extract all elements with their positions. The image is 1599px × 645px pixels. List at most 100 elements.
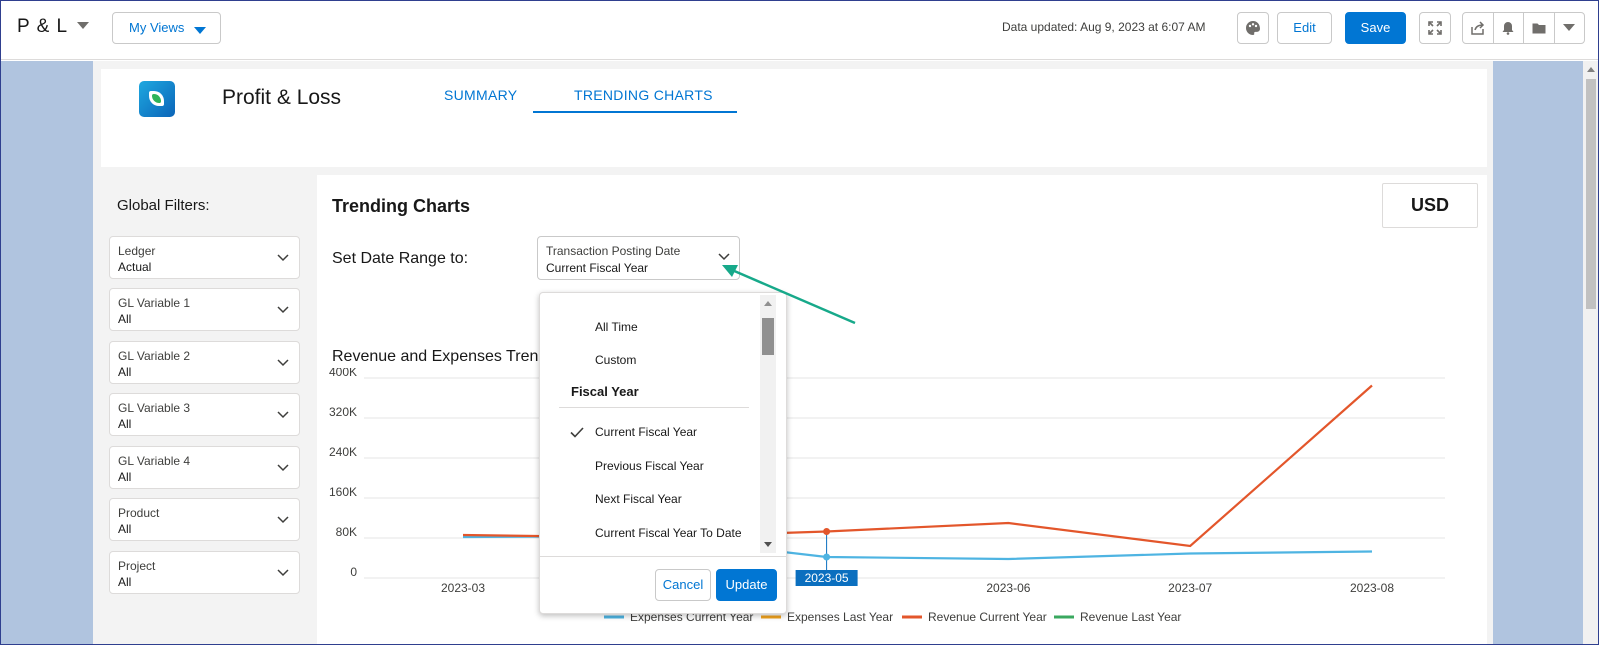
- filter-product[interactable]: Product All: [109, 498, 300, 541]
- filter-label: Project: [118, 559, 156, 573]
- filter-value: All: [118, 365, 132, 379]
- app-logo-icon: [139, 81, 175, 117]
- filter-project[interactable]: Project All: [109, 551, 300, 594]
- date-range-combobox[interactable]: Transaction Posting Date Current Fiscal …: [537, 236, 740, 280]
- y-tick-label: 320K: [329, 405, 357, 419]
- y-tick-label: 160K: [329, 485, 357, 499]
- dropdown-scrollbar[interactable]: [760, 295, 776, 553]
- filter-gl-variable-2[interactable]: GL Variable 2 All: [109, 341, 300, 384]
- notify-button[interactable]: [1494, 13, 1524, 43]
- currency-badge: USD: [1382, 183, 1478, 228]
- filter-value: All: [118, 470, 132, 484]
- chevron-down-icon: [277, 569, 289, 577]
- option-all-time[interactable]: All Time: [595, 320, 638, 334]
- group-divider: [559, 407, 749, 408]
- x-tick-label: 2023-06: [986, 581, 1030, 595]
- option-custom[interactable]: Custom: [595, 353, 636, 367]
- revenue-expenses-chart[interactable]: 080K160K240K320K400K 2023-032023-042023-…: [317, 368, 1487, 645]
- share-icon: [1471, 21, 1484, 35]
- chevron-down-icon: [277, 516, 289, 524]
- scroll-down-icon[interactable]: [764, 542, 772, 547]
- filter-gl-variable-4[interactable]: GL Variable 4 All: [109, 446, 300, 489]
- x-tick-label: 2023-08: [1350, 581, 1394, 595]
- hover-point: [823, 528, 831, 535]
- option-current-fiscal-year-to-date[interactable]: Current Fiscal Year To Date: [595, 526, 742, 540]
- folder-icon: [1532, 23, 1546, 34]
- my-views-button[interactable]: My Views: [112, 12, 221, 44]
- option-previous-fiscal-year[interactable]: Previous Fiscal Year: [595, 459, 704, 473]
- hover-point: [823, 553, 831, 561]
- folder-button[interactable]: [1524, 13, 1555, 43]
- chevron-down-icon: [277, 359, 289, 367]
- filter-value: All: [118, 522, 132, 536]
- app-title: P & L: [17, 16, 69, 37]
- filter-ledger[interactable]: Ledger Actual: [109, 236, 300, 279]
- data-updated-text: Data updated: Aug 9, 2023 at 6:07 AM: [1002, 20, 1206, 34]
- legend-label: Revenue Current Year: [928, 610, 1047, 624]
- chevron-down-icon: [277, 411, 289, 419]
- group-label-fiscal-year: Fiscal Year: [571, 384, 639, 399]
- date-range-dropdown: All Time Custom Fiscal Year Current Fisc…: [539, 292, 787, 614]
- top-bar: P & L My Views Data updated: Aug 9, 2023…: [0, 0, 1599, 60]
- palette-icon: [1246, 21, 1260, 35]
- x-tick-label: 2023-03: [441, 581, 485, 595]
- combobox-value: Current Fiscal Year: [546, 261, 649, 275]
- bell-icon: [1502, 22, 1514, 35]
- chevron-down-icon: [718, 253, 730, 261]
- legend-label: Revenue Last Year: [1080, 610, 1181, 624]
- edit-button[interactable]: Edit: [1277, 12, 1332, 44]
- option-current-fiscal-year[interactable]: Current Fiscal Year: [595, 425, 697, 439]
- fullscreen-button[interactable]: [1419, 12, 1451, 44]
- chevron-down-icon: [1563, 24, 1576, 31]
- filter-label: GL Variable 2: [118, 349, 191, 363]
- chevron-down-icon: [277, 306, 289, 314]
- my-views-label: My Views: [129, 20, 185, 35]
- y-tick-label: 240K: [329, 445, 357, 459]
- header-card: [101, 69, 1487, 167]
- cancel-button[interactable]: Cancel: [655, 569, 711, 601]
- y-tick-label: 400K: [329, 368, 357, 379]
- filter-gl-variable-1[interactable]: GL Variable 1 All: [109, 288, 300, 331]
- date-range-label: Set Date Range to:: [332, 250, 469, 267]
- theme-button[interactable]: [1237, 12, 1269, 44]
- trending-charts-title: Trending Charts: [332, 196, 471, 216]
- page-title: Profit & Loss: [222, 86, 342, 109]
- filter-label: GL Variable 3: [118, 401, 191, 415]
- scroll-up-icon[interactable]: [764, 301, 772, 306]
- scrollbar-thumb[interactable]: [1586, 79, 1596, 309]
- expand-icon: [1428, 21, 1442, 35]
- chart-title: Revenue and Expenses Tren: [332, 348, 539, 365]
- filter-label: Ledger: [118, 244, 156, 258]
- dropdown-footer: Cancel Update: [540, 556, 786, 614]
- filter-gl-variable-3[interactable]: GL Variable 3 All: [109, 393, 300, 436]
- y-tick-label: 0: [350, 565, 357, 579]
- filter-value: All: [118, 417, 132, 431]
- share-button[interactable]: [1463, 13, 1494, 43]
- chart-grid: [364, 377, 1445, 579]
- action-button-group: [1462, 12, 1585, 44]
- combobox-label: Transaction Posting Date: [546, 244, 681, 258]
- filter-value: All: [118, 312, 132, 326]
- scroll-up-icon[interactable]: [1587, 67, 1595, 72]
- more-actions-button[interactable]: [1555, 13, 1585, 43]
- y-tick-label: 80K: [336, 525, 357, 539]
- legend-label: Expenses Last Year: [787, 610, 893, 624]
- update-button[interactable]: Update: [716, 569, 777, 601]
- save-button[interactable]: Save: [1345, 12, 1406, 44]
- tab-trending-charts[interactable]: TRENDING CHARTS: [574, 87, 713, 103]
- filter-label: Product: [118, 506, 160, 520]
- chevron-down-icon: [194, 27, 206, 34]
- scrollbar-thumb[interactable]: [762, 318, 774, 355]
- option-next-fiscal-year[interactable]: Next Fiscal Year: [595, 492, 682, 506]
- hover-marker: [823, 528, 831, 570]
- tab-summary[interactable]: SUMMARY: [444, 87, 517, 103]
- page-scrollbar[interactable]: [1583, 61, 1599, 645]
- filter-value: Actual: [118, 260, 152, 274]
- chevron-down-icon: [277, 464, 289, 472]
- checkmark-icon: [570, 427, 584, 438]
- global-filters-title: Global Filters:: [117, 197, 210, 214]
- active-tab-indicator: [533, 111, 737, 113]
- filter-label: GL Variable 1: [118, 296, 191, 310]
- x-tick-label: 2023-05: [805, 571, 849, 585]
- app-menu-caret-icon[interactable]: [77, 22, 89, 29]
